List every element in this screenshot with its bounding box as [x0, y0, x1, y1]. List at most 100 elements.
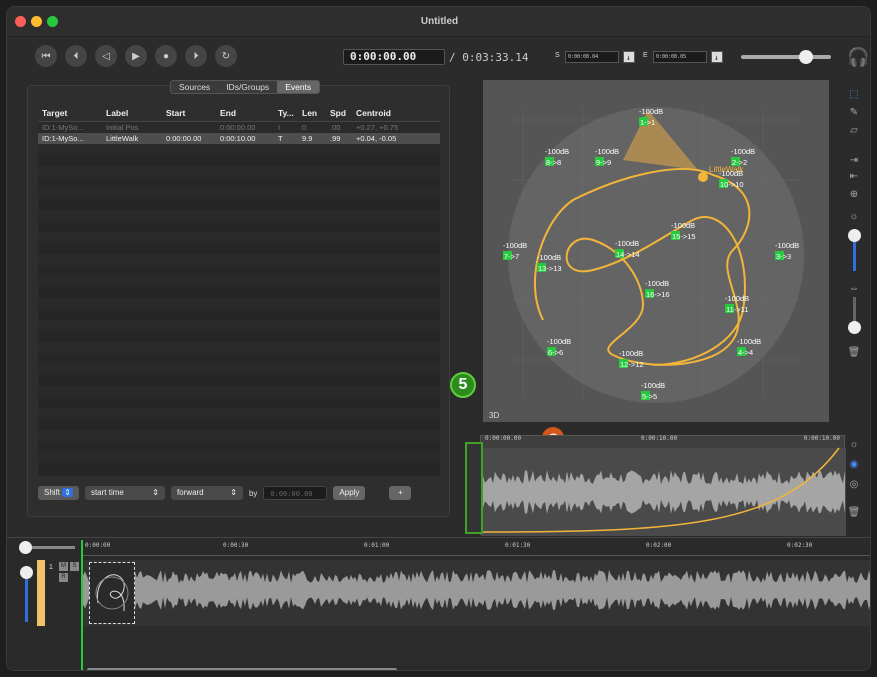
source-position[interactable]	[698, 172, 708, 182]
shift-direction-select[interactable]: forward ⇕	[170, 486, 243, 500]
volume-slider-knob[interactable]	[799, 50, 813, 64]
empty-row	[38, 243, 440, 254]
shift-field-value: start time	[90, 488, 124, 497]
col-type[interactable]: Ty...	[274, 108, 298, 118]
move-tool-icon[interactable]: ⇥	[847, 155, 861, 166]
clip-path-preview	[95, 574, 129, 612]
time-ruler[interactable]: 0:00:00 0:00:30 0:01:00 0:01:30 0:02:00 …	[81, 540, 870, 556]
mute-button[interactable]: M	[59, 562, 68, 571]
table-row[interactable]: ID:1-MySo... Initial Pos 0:00:00.00 I 0 …	[38, 122, 440, 133]
empty-row	[38, 320, 440, 331]
playhead[interactable]	[81, 540, 83, 670]
volume-slider[interactable]	[741, 50, 831, 64]
empty-track-area[interactable]	[81, 626, 870, 666]
speaker-level: -100dB	[737, 337, 761, 346]
rewind-button[interactable]: ◁	[95, 45, 117, 67]
event-waveform-editor[interactable]: 0:00:00.00 0:00:10.00 0:00:10.00	[465, 435, 846, 536]
speaker-name: 13->13	[538, 264, 562, 273]
cell-centroid: +0.27, +0.75	[356, 123, 399, 132]
sun-icon[interactable]: ☼	[847, 439, 861, 450]
toggle-icon[interactable]: ◉	[847, 459, 861, 470]
cell-spd: .00	[330, 123, 341, 132]
go-to-start-button[interactable]: ⏮	[35, 45, 57, 67]
timeline-zoom-knob[interactable]	[19, 541, 32, 554]
loop-icon: ↻	[221, 50, 231, 62]
window-title: Untitled	[420, 16, 459, 27]
eye-icon[interactable]: ◎	[847, 479, 861, 490]
table-row[interactable]: ID:1-MySo... LittleWalk 0:00:00.00 0:00:…	[38, 133, 440, 144]
start-time-field[interactable]: 0:00:00.04	[565, 51, 619, 63]
track-lane[interactable]	[81, 560, 870, 626]
speaker-level: -100dB	[545, 147, 569, 156]
record-arm-button[interactable]: R	[59, 573, 68, 582]
align-tool-icon[interactable]: ⇤	[847, 171, 861, 182]
headphones-icon[interactable]: 🎧	[847, 47, 869, 68]
set-end-button[interactable]: ↓	[711, 51, 723, 63]
col-spd[interactable]: Spd	[326, 108, 352, 118]
tab-sources[interactable]: Sources	[171, 81, 218, 93]
rewind-icon: ◁	[102, 50, 110, 62]
apply-button[interactable]: Apply	[333, 486, 366, 500]
table-body: ID:1-MySo... Initial Pos 0:00:00.00 I 0 …	[38, 122, 440, 144]
previous-marker-button[interactable]: ⏴	[65, 45, 87, 67]
speaker-name: 14->14	[616, 250, 640, 259]
col-len[interactable]: Len	[298, 108, 326, 118]
loop-button[interactable]: ↻	[215, 45, 237, 67]
cell-type: I	[278, 123, 281, 132]
play-button[interactable]: ▶	[125, 45, 147, 67]
select-tool-icon[interactable]: ⬚	[847, 89, 861, 100]
spread-slider[interactable]	[848, 297, 861, 334]
trash-icon[interactable]: 🗑	[847, 347, 861, 358]
event-clip[interactable]	[89, 562, 135, 624]
down-arrow-icon: ↓	[714, 53, 719, 62]
shift-by-field[interactable]: 0:00:00.00	[263, 486, 328, 500]
empty-row	[38, 397, 440, 408]
ruler-tick: 0:02:30	[787, 542, 813, 549]
speaker-level: -100dB	[619, 349, 643, 358]
solo-button[interactable]: S	[70, 562, 79, 571]
trash-icon[interactable]: 🗑	[847, 507, 861, 518]
empty-row	[38, 375, 440, 386]
draw-tool-icon[interactable]: ✎	[847, 107, 861, 118]
col-start[interactable]: Start	[162, 108, 216, 118]
speaker-name: 8->8	[546, 158, 561, 167]
cell-end: 0:00:10.00	[220, 134, 256, 143]
cell-label: LittleWalk	[106, 134, 139, 143]
col-target[interactable]: Target	[38, 108, 102, 118]
tab-ids-groups[interactable]: IDs/Groups	[218, 81, 277, 93]
horizontal-scrollbar[interactable]	[87, 668, 397, 670]
shift-mode-select[interactable]: Shift ⇕	[38, 486, 79, 500]
add-event-button[interactable]: +	[389, 486, 412, 500]
col-end[interactable]: End	[216, 108, 274, 118]
empty-rows	[38, 144, 440, 474]
crosshair-icon[interactable]: ⊕	[847, 189, 861, 200]
track-volume-slider[interactable]	[20, 566, 33, 622]
view-3d-label[interactable]: 3D	[489, 411, 499, 420]
speaker-name: 5->5	[642, 392, 657, 401]
play-icon: ▶	[132, 50, 140, 62]
keyframe-column[interactable]	[465, 442, 483, 534]
track-volume-knob[interactable]	[20, 566, 33, 579]
spread-slider-knob[interactable]	[848, 321, 861, 334]
col-label[interactable]: Label	[102, 108, 162, 118]
shift-mode-value: Shift	[44, 488, 61, 497]
zoom-slider[interactable]	[848, 229, 861, 271]
timecode-display[interactable]: 0:00:00.00	[343, 49, 445, 65]
timeline-zoom-slider[interactable]	[19, 541, 75, 554]
zoom-slider-knob[interactable]	[848, 229, 861, 242]
down-arrow-icon: ↓	[626, 53, 631, 62]
spatial-stage[interactable]: LittleWalk 3D -100dB 1->1 -100dB 2->2 -100dB…	[483, 80, 829, 422]
end-time-field[interactable]: 0:00:00.05	[653, 51, 707, 63]
record-button[interactable]: ●	[155, 45, 177, 67]
wf-canvas[interactable]	[480, 436, 846, 536]
link-icon[interactable]: ⇔	[847, 283, 861, 294]
shift-field-select[interactable]: start time ⇕	[84, 486, 165, 500]
next-marker-button[interactable]: ⏵	[185, 45, 207, 67]
stage-canvas[interactable]: LittleWalk 3D -100dB1->1-100dB2->2-100dB…	[483, 80, 829, 422]
tab-events[interactable]: Events	[277, 81, 320, 93]
set-start-button[interactable]: ↓	[623, 51, 635, 63]
sun-icon[interactable]: ☼	[847, 211, 861, 222]
speaker-name: 12->12	[620, 360, 644, 369]
col-centroid[interactable]: Centroid	[352, 108, 418, 118]
shape-tool-icon[interactable]: ▱	[847, 125, 861, 136]
